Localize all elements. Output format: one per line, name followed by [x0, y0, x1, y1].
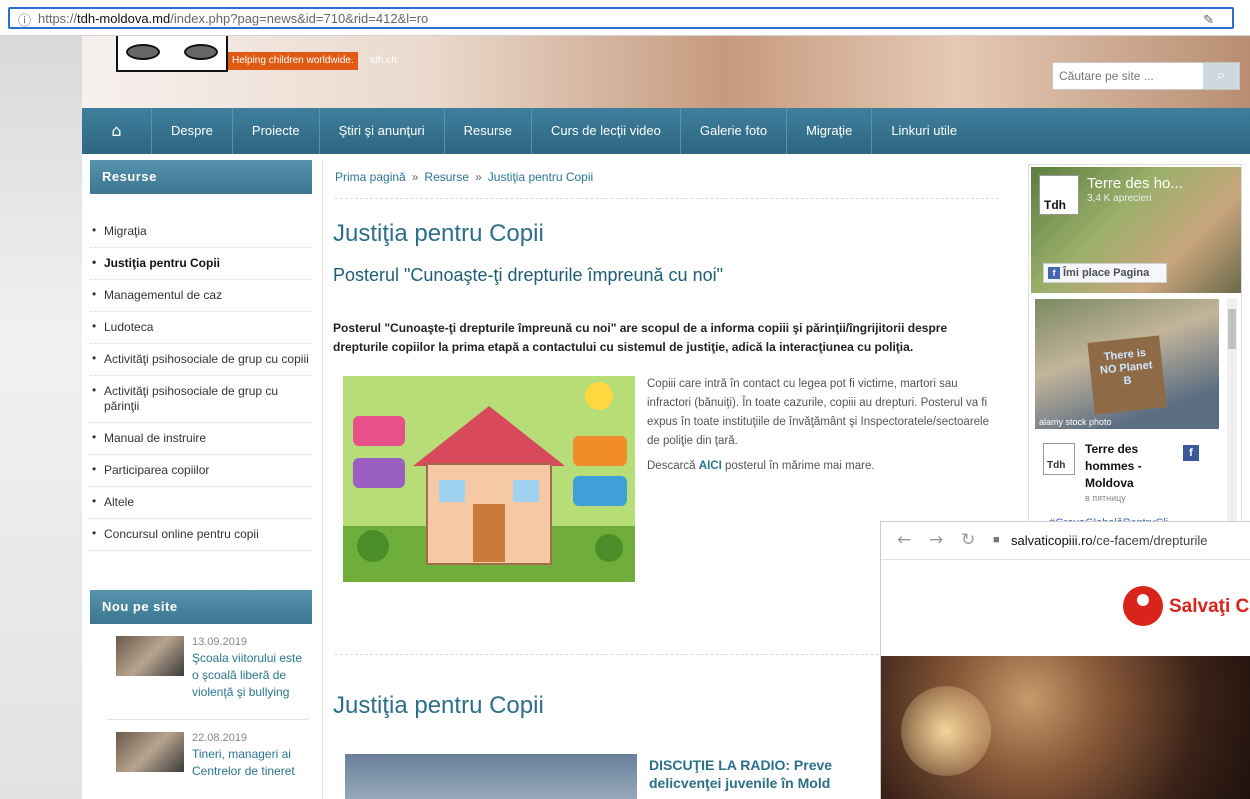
news-date: 13.09.2019: [192, 636, 248, 648]
forward-icon[interactable]: →: [929, 530, 943, 550]
sidebar-item-activitati-parinti[interactable]: Activităţi psihosociale de grup cu părin…: [90, 376, 312, 423]
download-text: Descarcă AICI posterul în mărime mai mar…: [647, 460, 875, 472]
search-icon[interactable]: ⌕: [1203, 63, 1239, 89]
radio-article-image[interactable]: [345, 754, 637, 799]
news-date: 22.08.2019: [192, 732, 248, 744]
sidebar-heading: Resurse: [90, 160, 312, 194]
facebook-avatar[interactable]: Tdh: [1039, 175, 1079, 215]
sidebar-item-participarea[interactable]: Participarea copiilor: [90, 455, 312, 487]
lock-icon[interactable]: ■: [993, 534, 1000, 546]
news-thumbnail[interactable]: [116, 636, 184, 676]
facebook-post-author[interactable]: Terre des hommes - Moldova: [1085, 441, 1165, 492]
news-title[interactable]: Tineri, manageri ai Centrelor de tineret: [192, 746, 312, 780]
breadcrumb-separator: »: [475, 170, 482, 184]
info-icon[interactable]: ⓘ: [18, 10, 31, 29]
sidebar-item-altele[interactable]: Altele: [90, 487, 312, 519]
browser-address-bar: ⓘ https://tdh-moldova.md/index.php?pag=n…: [0, 0, 1250, 36]
poster-illustration: [343, 376, 635, 582]
logo-tagline: Helping children worldwide. tdh.ch: [228, 52, 397, 70]
sidebar-list: Migraţia Justiţia pentru Copii Managemen…: [90, 216, 312, 551]
nav-stiri[interactable]: Ştiri şi anunţuri: [320, 108, 445, 154]
reload-icon[interactable]: ↻: [961, 530, 975, 550]
nav-migratie[interactable]: Migraţie: [787, 108, 873, 154]
news-title[interactable]: Şcoala viitorului este o şcoală liberă d…: [192, 650, 312, 701]
news-item[interactable]: 22.08.2019 Tineri, manageri ai Centrelor…: [108, 720, 308, 799]
overlay-toolbar: ← → ↻ ■ salvaticopiii.ro/ce-facem/dreptu…: [881, 522, 1250, 560]
sidebar: Resurse Migraţia Justiţia pentru Copii M…: [82, 160, 323, 799]
overlay-hero-photo: [881, 656, 1250, 799]
sidebar-item-justitia[interactable]: Justiţia pentru Copii: [90, 248, 312, 280]
news-section: Nou pe site 13.09.2019 Şcoala viitorului…: [90, 590, 312, 799]
search-input[interactable]: [1053, 63, 1203, 89]
radio-article-title[interactable]: DISCUŢIE LA RADIO: Preve delicvenţei juv…: [649, 756, 832, 792]
sidebar-item-ludoteca[interactable]: Ludoteca: [90, 312, 312, 344]
eye-icon: [126, 44, 160, 60]
salvati-copiii-logo[interactable]: [1123, 586, 1163, 626]
breadcrumb: Prima pagină » Resurse » Justiţia pentru Cop…: [335, 170, 593, 184]
download-link[interactable]: AICI: [699, 460, 722, 472]
breadcrumb-current[interactable]: Justiţia pentru Copii: [488, 170, 593, 184]
divider: [335, 198, 999, 199]
facebook-page-name[interactable]: Terre des ho...: [1087, 175, 1183, 192]
background-left: [0, 36, 82, 799]
nav-galerie[interactable]: Galerie foto: [681, 108, 788, 154]
search-box: ⌕: [1052, 62, 1240, 90]
article-title: Posterul "Cunoaşte-ţi drepturile împreun…: [333, 265, 723, 285]
breadcrumb-separator: »: [411, 170, 419, 184]
sidebar-item-managementul[interactable]: Managementul de caz: [90, 280, 312, 312]
home-icon[interactable]: ⌂: [82, 108, 152, 154]
facebook-icon: f: [1048, 267, 1060, 279]
news-item[interactable]: 13.09.2019 Şcoala viitorului este o şcoa…: [108, 624, 308, 720]
overlay-url[interactable]: salvaticopiii.ro/ce-facem/drepturile: [1011, 533, 1208, 548]
facebook-widget: Tdh Terre des ho... 3,4 K aprecieri f Îmi…: [1028, 164, 1242, 544]
breadcrumb-home[interactable]: Prima pagină: [335, 170, 406, 184]
news-thumbnail[interactable]: [116, 732, 184, 772]
nav-resurse[interactable]: Resurse: [445, 108, 533, 154]
facebook-post-avatar[interactable]: Tdh: [1043, 443, 1075, 475]
sidebar-item-concursul[interactable]: Concursul online pentru copii: [90, 519, 312, 551]
page-title: Justiţia pentru Copii: [333, 220, 544, 247]
back-icon[interactable]: ←: [897, 530, 911, 550]
sidebar-item-activitati-copii[interactable]: Activităţi psihosociale de grup cu copii…: [90, 344, 312, 376]
nav-proiecte[interactable]: Proiecte: [233, 108, 320, 154]
nav-curs-video[interactable]: Curs de lecţii video: [532, 108, 681, 154]
sidebar-item-manual[interactable]: Manual de instruire: [90, 423, 312, 455]
eye-icon: [184, 44, 218, 60]
facebook-likes: 3,4 K aprecieri: [1087, 193, 1152, 204]
news-heading: Nou pe site: [90, 590, 312, 624]
article-intro: Posterul "Cunoaşte-ţi drepturile împreun…: [333, 321, 948, 354]
sidebar-item-migratia[interactable]: Migraţia: [90, 216, 312, 248]
section-title: Justiţia pentru Copii: [333, 692, 544, 719]
facebook-like-button[interactable]: f Îmi place Pagina: [1043, 263, 1167, 283]
nav-despre[interactable]: Despre: [152, 108, 233, 154]
facebook-icon: f: [1183, 445, 1199, 461]
site-header: Helping children worldwide.tdh.ch ⌕: [82, 36, 1250, 108]
salvati-copiii-brand[interactable]: Salvaţi C: [1169, 596, 1249, 618]
poster-image[interactable]: [343, 376, 635, 582]
article-body: Copiii care intră în contact cu legea po…: [647, 378, 990, 447]
main-nav: ⌂ Despre Proiecte Ştiri şi anunţuri Resu…: [82, 108, 1250, 154]
facebook-post-time: в пятницу: [1085, 493, 1126, 503]
facebook-cover[interactable]: Tdh Terre des ho... 3,4 K aprecieri f Îmi…: [1031, 167, 1241, 293]
facebook-scrollbar[interactable]: [1227, 299, 1237, 539]
url-text[interactable]: https://tdh-moldova.md/index.php?pag=new…: [38, 11, 428, 26]
photo-credit: alamy stock photo: [1039, 417, 1112, 427]
translate-icon[interactable]: ✎: [1203, 12, 1214, 28]
facebook-post-photo[interactable]: There is NO Planet B: [1035, 299, 1219, 429]
overlay-browser-window: ← → ↻ ■ salvaticopiii.ro/ce-facem/dreptu…: [880, 521, 1250, 799]
breadcrumb-resurse[interactable]: Resurse: [424, 170, 469, 184]
protest-sign: There is NO Planet B: [1087, 335, 1167, 415]
nav-linkuri[interactable]: Linkuri utile: [872, 108, 976, 154]
url-field[interactable]: ⓘ https://tdh-moldova.md/index.php?pag=n…: [8, 7, 1234, 29]
logo[interactable]: [116, 36, 228, 72]
